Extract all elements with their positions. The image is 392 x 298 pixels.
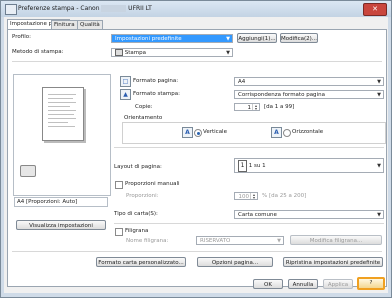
close-icon[interactable]: ✕ (363, 3, 387, 16)
page-size-icon: □ (120, 76, 131, 87)
chevron-down-icon: ▼ (377, 92, 381, 98)
page-size-label: Formato pagina: (133, 78, 179, 84)
text-line (48, 122, 68, 123)
preview-caption: A4 [Proporzioni: Auto] (14, 197, 108, 207)
chevron-down-icon: ▼ (377, 212, 381, 218)
spinner-arrows-icon[interactable]: ▴ ▾ (250, 193, 257, 200)
divider (114, 223, 384, 224)
watermark-checkbox[interactable] (115, 228, 123, 236)
edit-profile-button[interactable]: Modifica(2)... (280, 33, 318, 43)
custom-paper-size-button[interactable]: Formato carta personalizzato... (96, 257, 186, 267)
output-size-select[interactable]: Corrispondenza formato pagina ▼ (234, 90, 384, 99)
text-line (48, 98, 73, 99)
copies-spinner[interactable]: 1 ▴ ▾ (234, 103, 260, 111)
cancel-button[interactable]: Annulla (288, 279, 318, 289)
output-method-select[interactable]: Stampa ▼ (111, 48, 233, 57)
output-size-icon: ▲ (120, 89, 131, 100)
printer-icon (5, 4, 17, 15)
printer-preview-icon (20, 165, 36, 177)
output-size-label: Formato stampa: (133, 91, 180, 97)
dialog-body: Impostazione pagina Finitura Qualità Pro… (4, 17, 388, 293)
page-setup-panel: Profilo: Impostazioni predefinite ▼ Aggi… (7, 29, 387, 287)
page-layout-select[interactable]: 1 1 su 1 ▼ (234, 158, 384, 173)
window-title: Preferenze stampa - Canon UFRII LT (18, 5, 152, 12)
portrait-label: Verticale (203, 129, 227, 135)
profile-label: Profilo: (12, 34, 31, 40)
portrait-icon: A (182, 127, 193, 138)
paper-type-value: Carta comune (238, 212, 277, 218)
chevron-down-icon: ▼ (226, 50, 230, 56)
scaling-spinner[interactable]: 100 ▴ ▾ (234, 192, 258, 200)
profile-value: Impostazioni predefinite (115, 36, 182, 42)
help-button[interactable]: ? (357, 277, 385, 290)
title-bar: Preferenze stampa - Canon UFRII LT ✕ (1, 1, 391, 17)
page-layout-value: 1 su 1 (248, 163, 266, 169)
watermark-select[interactable]: RISERVATO ▼ (196, 236, 284, 245)
ok-button[interactable]: OK (253, 279, 283, 289)
printer-icon (115, 49, 123, 56)
divider (114, 147, 384, 148)
text-line (48, 102, 76, 103)
spinner-arrows-icon[interactable]: ▴ ▾ (252, 104, 259, 111)
text-line (48, 94, 76, 95)
chevron-down-icon: ▼ (377, 79, 381, 85)
chevron-down-icon: ▼ (377, 163, 381, 169)
page-layout-label: Layout di pagina: (114, 164, 162, 170)
scaling-range: % [da 25 a 200] (262, 193, 307, 199)
chevron-down-icon: ▼ (226, 36, 230, 42)
output-method-label: Metodo di stampa: (12, 49, 64, 55)
landscape-label: Orizzontale (292, 129, 324, 135)
orientation-group (122, 122, 386, 144)
view-settings-button[interactable]: Visualizza impostazioni (16, 220, 106, 230)
copies-value: 1 (247, 105, 252, 111)
text-line (48, 118, 76, 119)
text-line (48, 114, 74, 115)
orientation-label: Orientamento (124, 115, 163, 121)
scaling-value: 100 (238, 194, 250, 200)
text-line (48, 126, 75, 127)
preview-area (13, 74, 111, 196)
output-size-value: Corrispondenza formato pagina (238, 92, 325, 98)
divider (12, 61, 382, 62)
preview-page (42, 87, 84, 141)
watermark-name-label: Nome filigrana: (126, 238, 169, 244)
edit-watermark-button[interactable]: Modifica filigrana... (290, 235, 382, 245)
text-line (48, 106, 70, 107)
copies-label: Copie: (135, 104, 153, 110)
apply-button[interactable]: Applica (323, 279, 353, 289)
paper-type-select[interactable]: Carta comune ▼ (234, 210, 384, 219)
divider (12, 251, 382, 252)
paper-type-label: Tipo di carta(S): (114, 211, 158, 217)
page-layout-icon: 1 (238, 159, 247, 172)
page-size-value: A4 (238, 79, 246, 85)
watermark-value: RISERVATO (200, 238, 231, 244)
text-line (48, 110, 76, 111)
add-profile-button[interactable]: Aggiungi(1)... (237, 33, 277, 43)
landscape-icon: A (271, 127, 282, 138)
print-preferences-window: Preferenze stampa - Canon UFRII LT ✕ Imp… (0, 0, 392, 298)
manual-scaling-label: Proporzioni manuali (125, 181, 180, 187)
copies-range: [da 1 a 99] (264, 104, 295, 110)
chevron-down-icon: ▼ (277, 238, 281, 244)
landscape-radio[interactable] (283, 129, 291, 137)
restore-defaults-button[interactable]: Ripristina impostazioni predefinite (283, 257, 383, 267)
watermark-label: Filigrana (125, 228, 149, 234)
scaling-sub-label: Proporzioni: (126, 193, 159, 199)
portrait-radio[interactable] (194, 129, 202, 137)
page-options-button[interactable]: Opzioni pagina... (197, 257, 273, 267)
output-method-value: Stampa (124, 50, 146, 56)
page-size-select[interactable]: A4 ▼ (234, 77, 384, 86)
manual-scaling-checkbox[interactable] (115, 181, 123, 189)
profile-select[interactable]: Impostazioni predefinite ▼ (111, 34, 233, 43)
